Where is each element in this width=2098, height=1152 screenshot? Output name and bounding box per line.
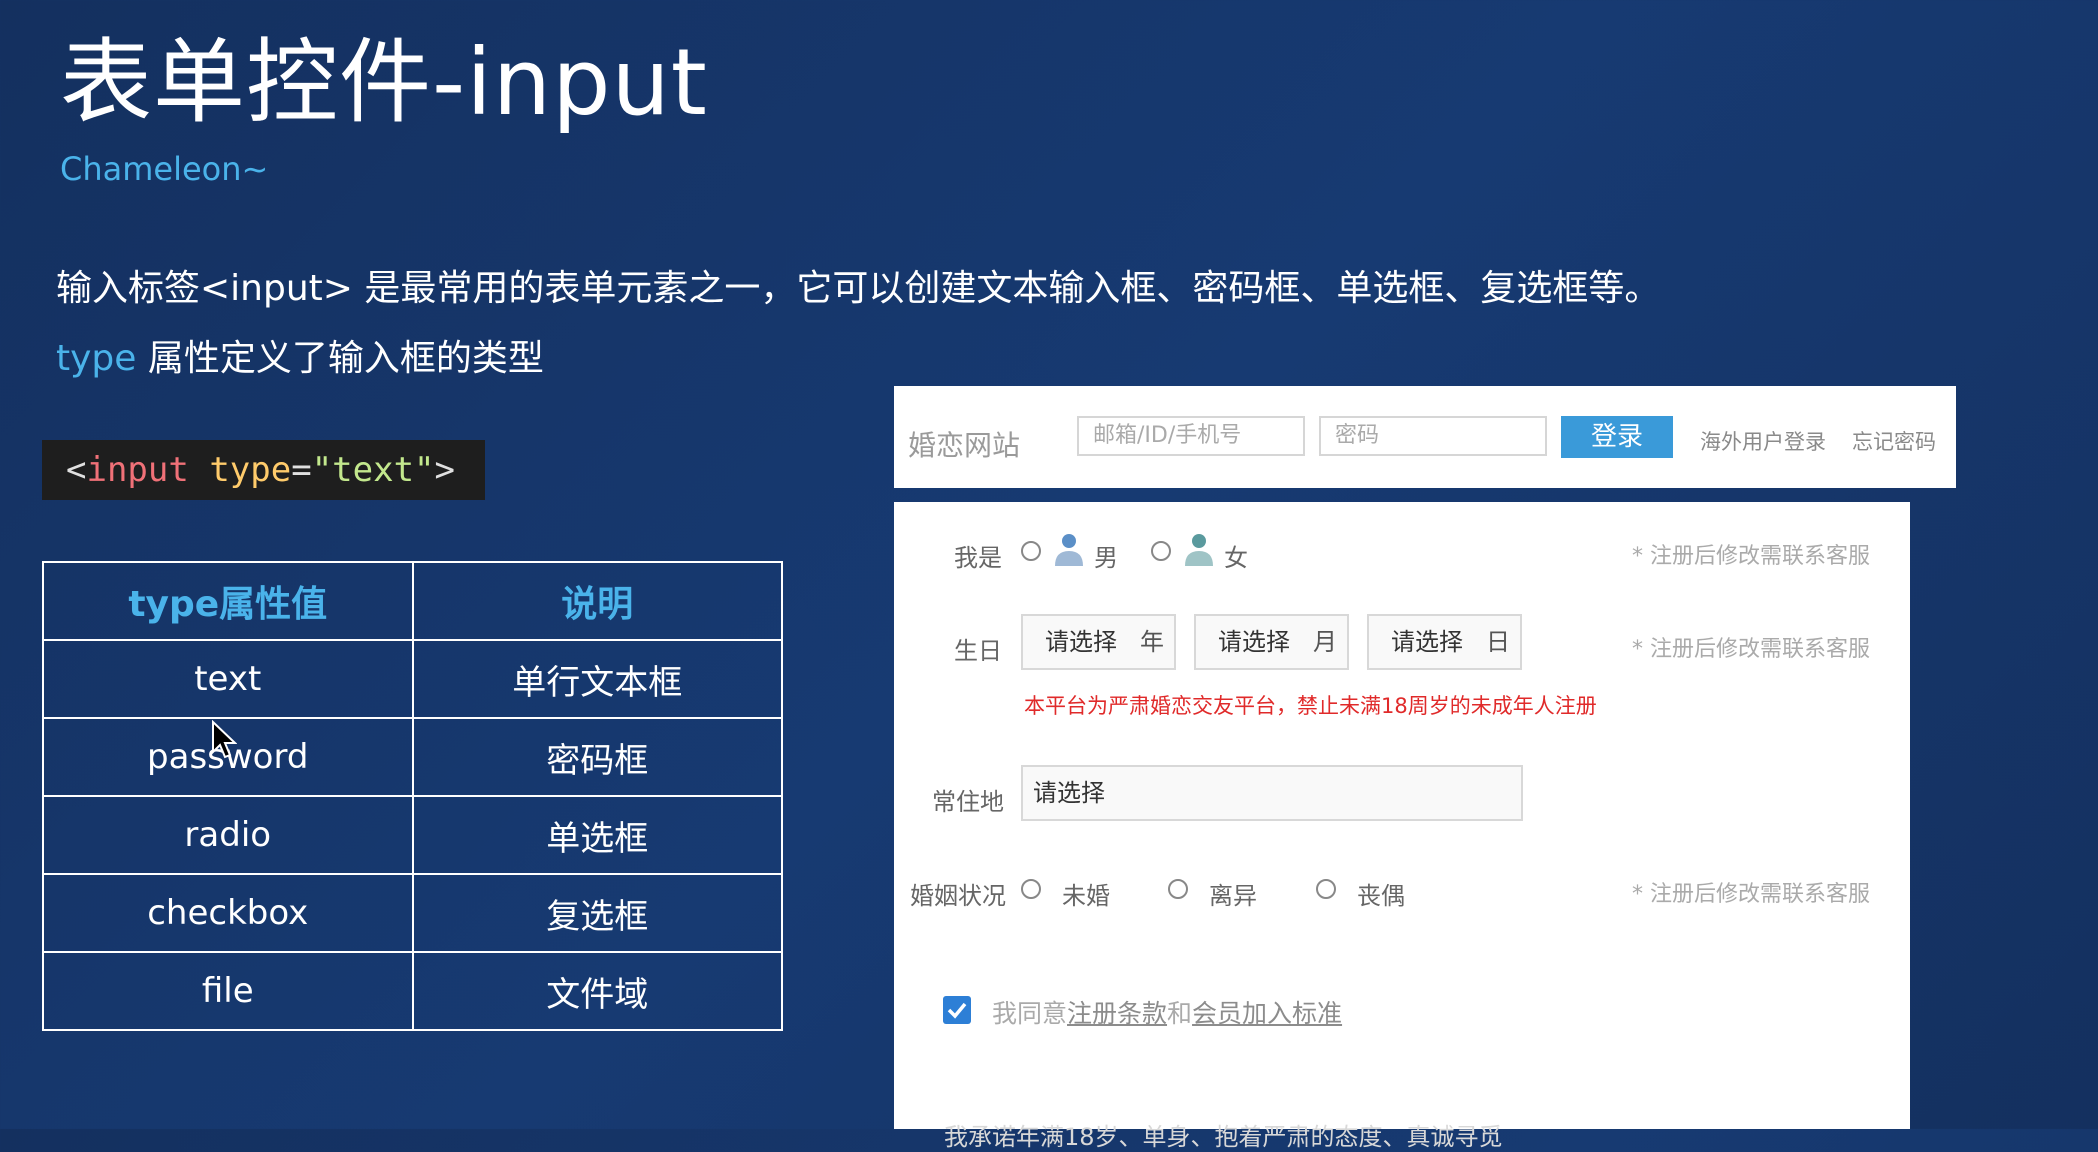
code-open: < xyxy=(66,450,87,490)
residence-select-text: 请选择 xyxy=(1033,779,1105,807)
marital-radio-widowed[interactable] xyxy=(1316,879,1336,899)
table-cell: 单选框 xyxy=(411,795,783,875)
residence-label: 常住地 xyxy=(932,788,1004,816)
month-select-text: 请选择 xyxy=(1218,628,1290,656)
table-cell: checkbox xyxy=(42,873,414,953)
table-header-row: type属性值 说明 xyxy=(42,561,783,641)
type-description-text: 属性定义了输入框的类型 xyxy=(136,338,544,379)
age-warning: 本平台为严肃婚恋交友平台，禁止未满18周岁的未成年人注册 xyxy=(1024,694,1597,718)
marital-option-widowed: 丧偶 xyxy=(1357,882,1405,910)
marital-label: 婚姻状况 xyxy=(910,882,1006,910)
forgot-password-link[interactable]: 忘记密码 xyxy=(1852,426,1936,456)
day-unit: 日 xyxy=(1486,628,1510,656)
year-select[interactable]: 请选择 年 xyxy=(1021,614,1176,670)
table-row: checkbox 复选框 xyxy=(42,873,783,953)
mouse-cursor-icon xyxy=(212,720,237,759)
login-bar: 婚恋网站 邮箱/ID/手机号 密码 登录 海外用户登录 忘记密码 xyxy=(894,386,1956,488)
birthday-label: 生日 xyxy=(954,637,1002,665)
code-eq: = xyxy=(291,450,312,490)
code-snippet: <input type="text"> xyxy=(42,440,485,500)
slide-title: 表单控件-input xyxy=(60,29,708,136)
month-select[interactable]: 请选择 月 xyxy=(1194,614,1349,670)
table-header: type属性值 xyxy=(42,561,414,641)
terms-link[interactable]: 注册条款 xyxy=(1067,999,1167,1028)
gender-label: 我是 xyxy=(954,544,1002,572)
agree-and: 和 xyxy=(1167,999,1193,1028)
male-person-icon xyxy=(1055,534,1083,566)
day-select[interactable]: 请选择 日 xyxy=(1367,614,1522,670)
male-radio[interactable] xyxy=(1021,541,1041,561)
marital-note: * 注册后修改需联系客服 xyxy=(1632,882,1870,907)
checkmark-icon xyxy=(947,1002,967,1019)
marital-option-divorced: 离异 xyxy=(1209,882,1257,910)
month-unit: 月 xyxy=(1313,628,1337,656)
female-radio[interactable] xyxy=(1151,541,1171,561)
type-table: type属性值 说明 text 单行文本框 password 密码框 radio… xyxy=(42,561,783,1031)
site-brand: 婚恋网站 xyxy=(908,429,1021,462)
female-person-icon xyxy=(1185,534,1213,566)
year-select-text: 请选择 xyxy=(1045,628,1117,656)
agree-text: 我同意注册条款和会员加入标准 xyxy=(992,994,1342,1030)
table-cell: 密码框 xyxy=(411,717,783,797)
table-row: file 文件域 xyxy=(42,951,783,1031)
code-tag: input xyxy=(86,450,189,490)
table-row: radio 单选框 xyxy=(42,795,783,875)
table-row: text 单行文本框 xyxy=(42,639,783,719)
table-cell: 复选框 xyxy=(411,873,783,953)
table-header: 说明 xyxy=(411,561,783,641)
year-unit: 年 xyxy=(1140,628,1164,656)
gender-note: * 注册后修改需联系客服 xyxy=(1632,544,1870,569)
residence-select[interactable]: 请选择 xyxy=(1021,765,1523,821)
table-cell: file xyxy=(42,951,414,1031)
table-cell: text xyxy=(42,639,414,719)
male-label: 男 xyxy=(1094,544,1118,572)
marital-radio-divorced[interactable] xyxy=(1168,879,1188,899)
marital-option-single: 未婚 xyxy=(1062,882,1110,910)
agree-prefix: 我同意 xyxy=(992,999,1068,1028)
overseas-login-link[interactable]: 海外用户登录 xyxy=(1700,426,1826,456)
table-row: password 密码框 xyxy=(42,717,783,797)
agree-checkbox[interactable] xyxy=(943,996,971,1024)
code-value: "text" xyxy=(311,450,435,490)
birthday-note: * 注册后修改需联系客服 xyxy=(1632,637,1870,662)
table-cell: 单行文本框 xyxy=(411,639,783,719)
login-button[interactable]: 登录 xyxy=(1561,416,1673,458)
password-input[interactable]: 密码 xyxy=(1319,416,1547,456)
slide-subtitle: Chameleon~ xyxy=(60,150,269,188)
type-keyword: type xyxy=(56,338,137,379)
table-cell: 文件域 xyxy=(411,951,783,1031)
table-cell: radio xyxy=(42,795,414,875)
member-standard-link[interactable]: 会员加入标准 xyxy=(1192,999,1342,1028)
marital-radio-single[interactable] xyxy=(1021,879,1041,899)
username-input[interactable]: 邮箱/ID/手机号 xyxy=(1077,416,1305,456)
day-select-text: 请选择 xyxy=(1391,628,1463,656)
code-close: > xyxy=(434,450,456,490)
commitment-text: 我承诺年满18岁、单身、抱着严肃的态度、真诚寻觅 xyxy=(944,1123,1503,1151)
registration-form: 我是 男 女 * 注册后修改需联系客服 生日 请选择 年 请选择 月 请选择 日… xyxy=(894,502,1910,1151)
female-label: 女 xyxy=(1224,544,1248,572)
code-attr: type xyxy=(209,450,292,490)
type-description: type 属性定义了输入框的类型 xyxy=(56,334,544,384)
slide-description: 输入标签<input> 是最常用的表单元素之一，它可以创建文本输入框、密码框、单… xyxy=(56,268,1661,309)
